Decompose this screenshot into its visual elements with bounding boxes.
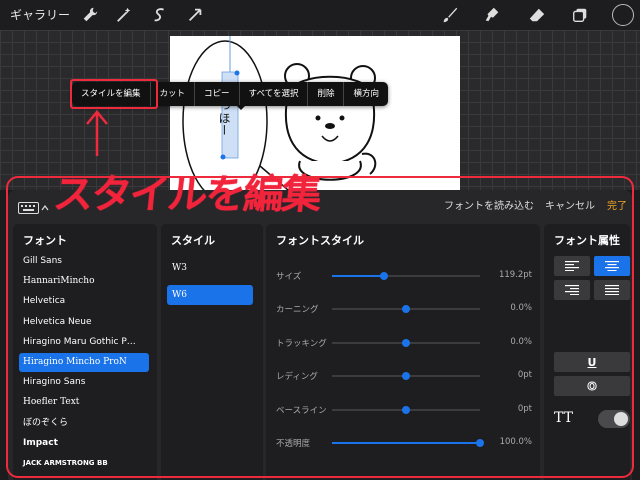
color-picker-button[interactable] — [612, 4, 634, 26]
layers-icon[interactable] — [570, 5, 590, 25]
magic-wand-icon[interactable] — [114, 5, 134, 25]
annotation-title: スタイルを編集 — [51, 172, 322, 218]
selection-icon[interactable] — [150, 5, 170, 25]
ctx-delete[interactable]: 削除 — [308, 82, 345, 106]
wrench-icon[interactable] — [80, 5, 100, 25]
ctx-horizontal[interactable]: 横方向 — [344, 82, 388, 106]
ctx-copy[interactable]: コピー — [195, 82, 240, 106]
annotation-frame — [6, 176, 634, 478]
gallery-button[interactable]: ギャラリー — [10, 6, 70, 23]
annotation-arrow-icon — [86, 110, 108, 156]
top-toolbar: ギャラリー — [0, 0, 640, 30]
annotation-highlight-box — [70, 79, 158, 109]
smudge-icon[interactable] — [482, 5, 502, 25]
ctx-select-all[interactable]: すべてを選択 — [240, 82, 309, 106]
eraser-icon[interactable] — [527, 5, 547, 25]
ctx-menu-pointer — [236, 105, 246, 110]
brush-icon[interactable] — [440, 5, 460, 25]
transform-arrow-icon[interactable] — [185, 5, 205, 25]
